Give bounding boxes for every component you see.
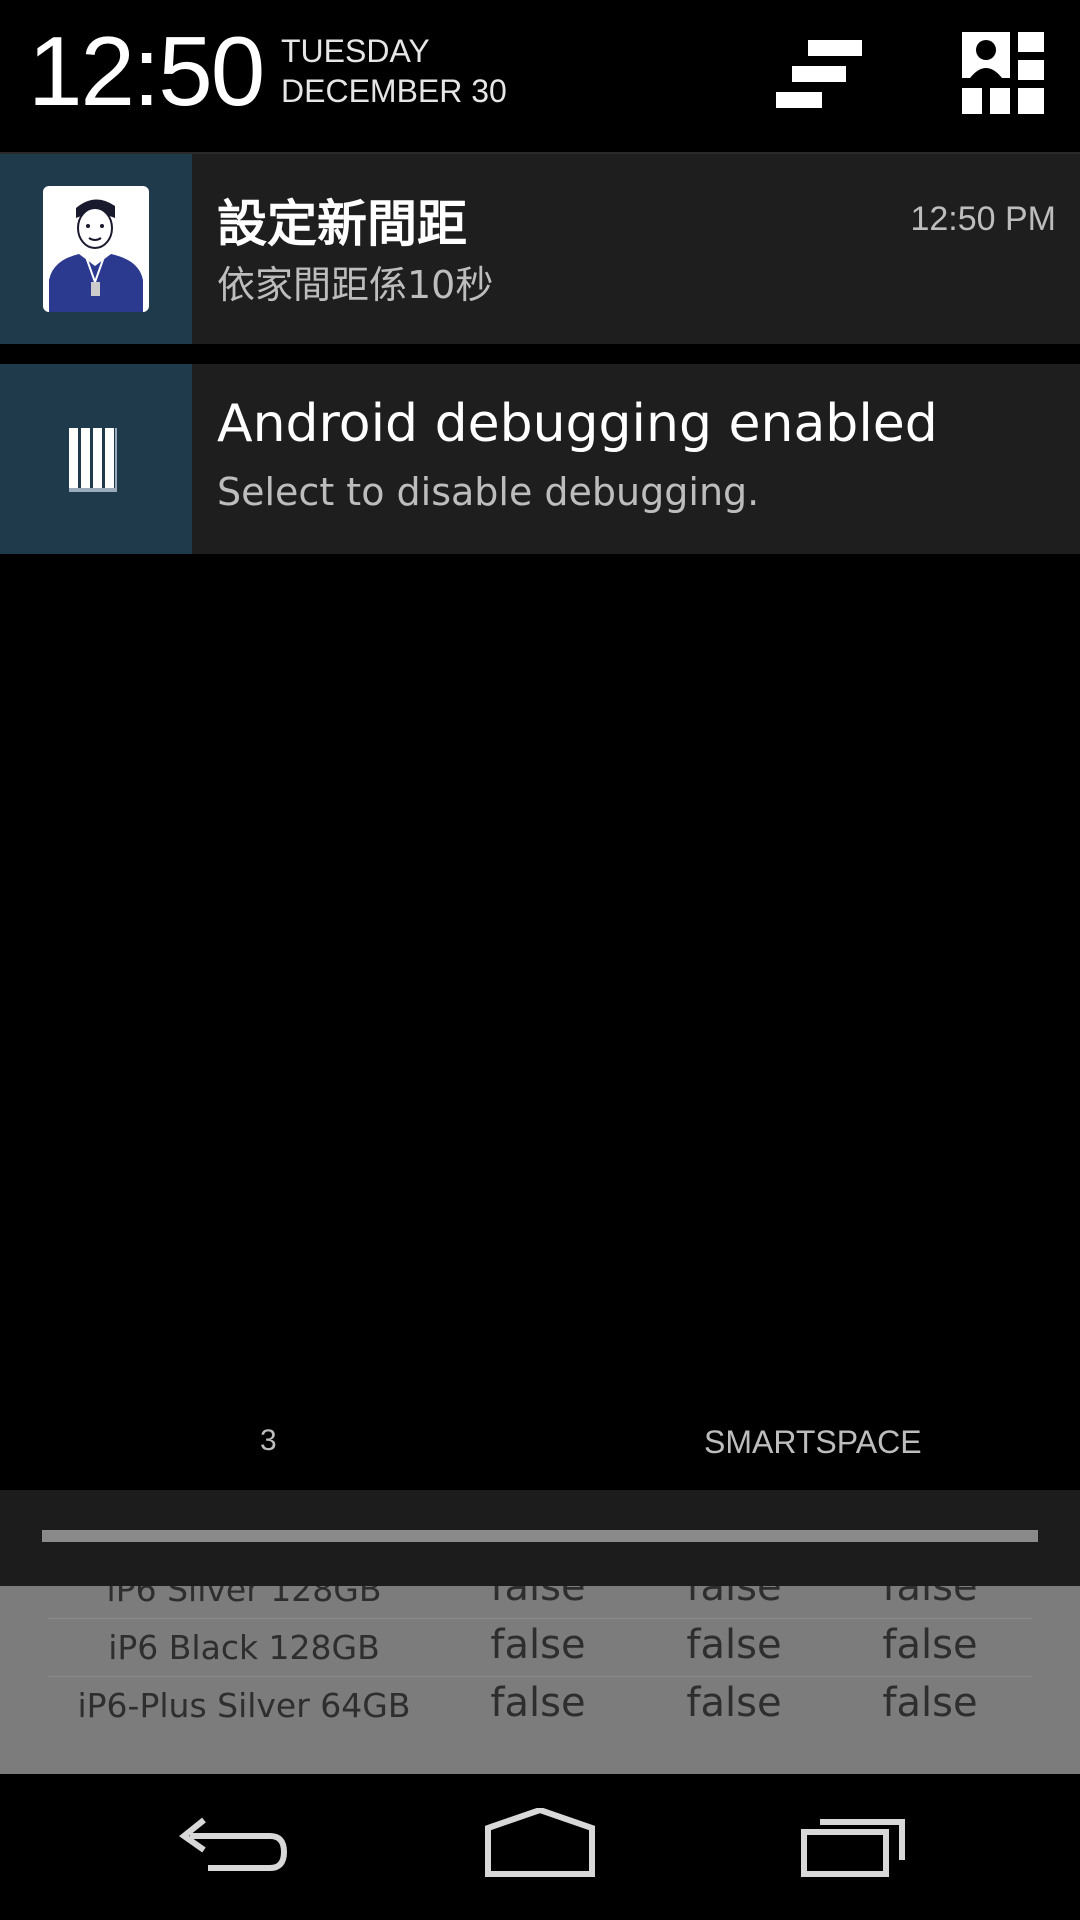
table-cell: false: [882, 1622, 978, 1668]
notification-title: Android debugging enabled: [217, 394, 938, 454]
notification-text: 依家間距係10秒: [217, 263, 494, 307]
background-app-table: iP6 Silver 128GB false false false iP6 B…: [0, 1586, 1080, 1774]
clock-time[interactable]: 12:50: [28, 17, 265, 126]
weekday-label: TUESDAY: [281, 33, 430, 69]
clear-notifications-icon: [776, 40, 862, 108]
drag-handle[interactable]: [42, 1530, 1038, 1542]
notification-time: 12:50 PM: [910, 200, 1056, 238]
table-cell: false: [686, 1622, 782, 1668]
table-cell: false: [686, 1586, 782, 1610]
table-row: iP6-Plus Silver 64GB false false false: [48, 1676, 1032, 1734]
notification-card-debugging[interactable]: Android debugging enabled Select to disa…: [0, 364, 1080, 554]
back-icon: [178, 1817, 288, 1871]
table-cell: iP6 Silver 128GB: [106, 1586, 382, 1609]
notification-text: Select to disable debugging.: [217, 470, 760, 514]
quick-settings-button[interactable]: [962, 32, 1044, 114]
notification-card-interval[interactable]: 設定新間距 依家間距係10秒 12:50 PM: [0, 154, 1080, 344]
bottom-left-label: 3: [260, 1424, 277, 1457]
table-cell: false: [490, 1586, 586, 1610]
quick-settings-icon: [962, 32, 1044, 114]
table-row: iP6 Black 128GB false false false: [48, 1618, 1032, 1677]
table-cell: iP6 Black 128GB: [108, 1628, 380, 1667]
table-cell: false: [882, 1586, 978, 1610]
notification-title: 設定新間距: [217, 195, 467, 253]
recents-button[interactable]: [780, 1808, 920, 1888]
recents-icon: [801, 1819, 905, 1877]
carrier-label: SMARTSPACE: [704, 1424, 922, 1460]
table-cell: iP6-Plus Silver 64GB: [77, 1686, 411, 1725]
notification-icon-area: [0, 154, 192, 344]
table-cell: false: [490, 1680, 586, 1726]
table-cell: false: [490, 1622, 586, 1668]
home-button[interactable]: [470, 1806, 610, 1888]
home-icon: [485, 1806, 595, 1877]
notification-icon-area: [0, 364, 192, 554]
table-cell: false: [686, 1680, 782, 1726]
table-cell: false: [882, 1680, 978, 1726]
usb-debug-icon: [69, 428, 117, 492]
back-button[interactable]: [160, 1808, 300, 1888]
clear-all-button[interactable]: [770, 36, 870, 112]
date-label[interactable]: DECEMBER 30: [281, 73, 507, 110]
table-row: iP6 Silver 128GB false false false: [48, 1586, 1032, 1619]
person-avatar-icon: [43, 186, 149, 312]
